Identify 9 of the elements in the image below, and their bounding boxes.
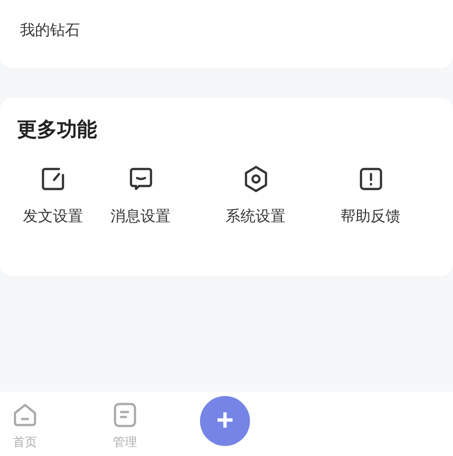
home-icon [12,402,38,428]
feature-label[interactable]: 帮助反馈 [340,207,400,226]
diamond-label[interactable]: 我的钻石 [20,21,80,39]
edit-icon [39,165,67,193]
feature-label[interactable]: 消息设置 [110,207,170,226]
feature-label[interactable]: 系统设置 [226,207,286,226]
feature-label[interactable]: 发文设置 [23,207,83,226]
section-title: 更多功能 [16,116,98,143]
document-icon [112,402,138,428]
